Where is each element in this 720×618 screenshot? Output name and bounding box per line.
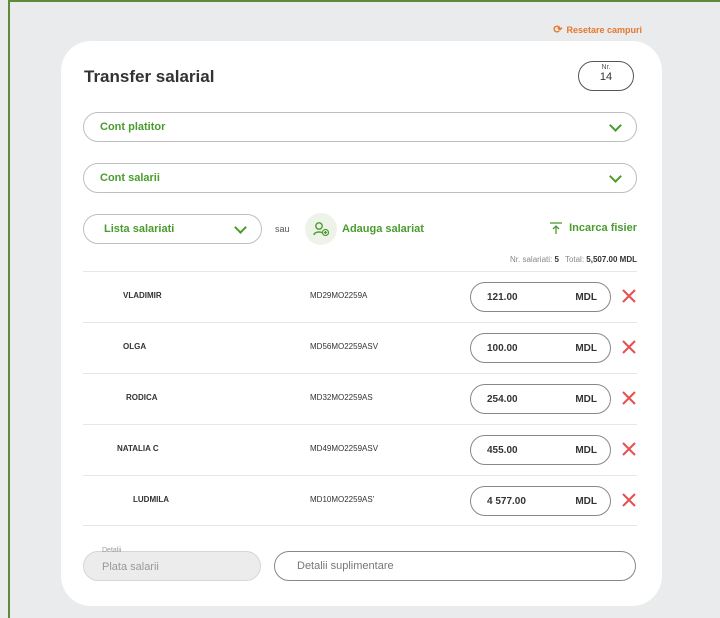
add-employee-button[interactable]: Adauga salariat [342, 223, 424, 235]
table-row: VLADIMIR MD29MO2259A 121.00 MDL [83, 271, 637, 322]
employee-iban: MD56MO2259ASV [310, 342, 379, 351]
amount-input[interactable]: 121.00 MDL [470, 282, 611, 312]
total-value: 5,507.00 MDL [586, 255, 637, 264]
salary-account-label: Cont salarii [100, 172, 160, 184]
salary-account-select[interactable]: Cont salarii [83, 163, 637, 193]
amount-input[interactable]: 100.00 MDL [470, 333, 611, 363]
chevron-down-icon [234, 220, 247, 234]
amount-value: 4 577.00 [487, 495, 526, 507]
reset-fields-label: Resetare campuri [566, 24, 642, 35]
delete-row-icon[interactable] [619, 337, 639, 357]
employee-name: VLADIMIR [123, 291, 162, 300]
employees-summary: Nr. salariati: 5 Total: 5,507.00 MDL [510, 255, 637, 264]
payer-account-select[interactable]: Cont platitor [83, 112, 637, 142]
document-number-label: Nr. [598, 64, 614, 71]
employee-list-select[interactable]: Lista salariati [83, 214, 262, 244]
document-number-value: 14 [599, 71, 613, 83]
amount-value: 254.00 [487, 393, 518, 405]
table-row: OLGA MD56MO2259ASV 100.00 MDL [83, 322, 637, 373]
employee-name: RODICA [126, 393, 158, 402]
employee-name: NATALIA C [117, 444, 159, 453]
document-number-field[interactable]: Nr. 14 [578, 61, 634, 91]
chevron-down-icon [609, 118, 622, 132]
add-employee-icon-button[interactable] [305, 213, 337, 245]
total-label: Total: [564, 255, 585, 264]
upload-icon [550, 222, 563, 234]
window-border-top [8, 0, 720, 2]
employee-iban: MD29MO2259A [310, 291, 368, 300]
delete-row-icon[interactable] [619, 490, 639, 510]
extra-details-placeholder: Detalii suplimentare [297, 560, 394, 572]
employee-name: OLGA [123, 342, 147, 351]
upload-file-label: Incarca fisier [569, 222, 637, 234]
currency-label: MDL [575, 495, 597, 507]
table-row: RODICA MD32MO2259AS 254.00 MDL [83, 373, 637, 424]
refresh-icon: ⟳ [553, 24, 563, 36]
currency-label: MDL [575, 444, 597, 456]
employee-iban: MD49MO2259ASV [310, 444, 379, 453]
details-value: Plata salarii [102, 561, 159, 573]
payer-account-label: Cont platitor [100, 121, 166, 133]
amount-input[interactable]: 254.00 MDL [470, 384, 611, 414]
delete-row-icon[interactable] [619, 286, 639, 306]
delete-row-icon[interactable] [619, 439, 639, 459]
employee-iban: MD32MO2259AS [310, 393, 373, 402]
currency-label: MDL [575, 342, 597, 354]
upload-file-button[interactable]: Incarca fisier [549, 221, 637, 235]
amount-value: 455.00 [487, 444, 518, 456]
employee-list-label: Lista salariati [104, 223, 175, 235]
page-title: Transfer salarial [84, 67, 215, 86]
amount-value: 121.00 [487, 291, 518, 303]
amount-input[interactable]: 455.00 MDL [470, 435, 611, 465]
table-row: NATALIA C MD49MO2259ASV 455.00 MDL [83, 424, 637, 475]
extra-details-input[interactable]: Detalii suplimentare [274, 551, 636, 581]
amount-input[interactable]: 4 577.00 MDL [470, 486, 611, 516]
details-field: Detalii Plata salarii [83, 547, 261, 581]
details-label: Detalii [102, 547, 122, 554]
table-row: LUDMILA MD10MO2259AS' 4 577.00 MDL [83, 475, 637, 526]
currency-label: MDL [575, 393, 597, 405]
salary-transfer-card: Transfer salarial Nr. 14 Cont platitor C… [61, 41, 662, 606]
currency-label: MDL [575, 291, 597, 303]
or-label: sau [275, 224, 290, 234]
amount-value: 100.00 [487, 342, 518, 354]
delete-row-icon[interactable] [619, 388, 639, 408]
employee-name: LUDMILA [133, 495, 169, 504]
employee-count-label: Nr. salariati: [510, 255, 553, 264]
employee-iban: MD10MO2259AS' [310, 495, 375, 504]
window-border-left [8, 0, 10, 618]
reset-fields-button[interactable]: ⟳ Resetare campuri [553, 23, 642, 36]
chevron-down-icon [609, 169, 622, 183]
add-user-icon [313, 222, 330, 237]
employee-count-value: 5 [554, 255, 559, 264]
